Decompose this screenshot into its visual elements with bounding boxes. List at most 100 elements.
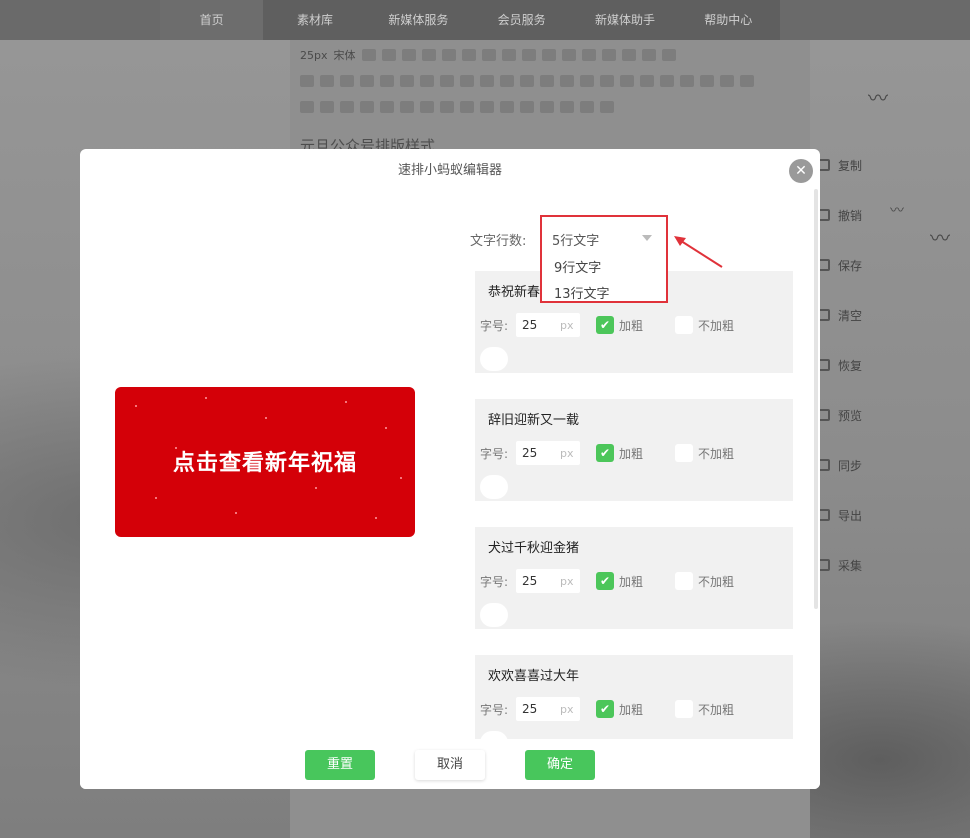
side-tool-export[interactable]: 导出: [818, 490, 888, 540]
font-family-select[interactable]: 宋体: [334, 47, 356, 63]
side-tool-sync[interactable]: 同步: [818, 440, 888, 490]
nav-item-help[interactable]: 帮助中心: [677, 0, 780, 40]
reset-button[interactable]: 重置: [305, 750, 375, 780]
toolbar-icon[interactable]: [480, 75, 494, 87]
preview-banner[interactable]: 点击查看新年祝福: [115, 387, 415, 537]
nav-item-assistant[interactable]: 新媒体助手: [573, 0, 676, 40]
font-size-input[interactable]: 25 px: [516, 697, 580, 721]
toolbar-icon[interactable]: [381, 49, 396, 61]
toolbar-icon[interactable]: [540, 101, 554, 113]
no-bold-checkbox[interactable]: [675, 444, 693, 462]
toolbar-icon[interactable]: [481, 49, 496, 61]
toolbar-icon[interactable]: [320, 101, 334, 113]
nav-item-media-services[interactable]: 新媒体服务: [367, 0, 470, 40]
row-title[interactable]: 欢欢喜喜过大年: [488, 665, 579, 684]
bold-checkbox[interactable]: ✔: [596, 572, 614, 590]
bold-checkbox[interactable]: ✔: [596, 316, 614, 334]
toolbar-icon[interactable]: [360, 101, 374, 113]
toolbar-icon[interactable]: [420, 101, 434, 113]
toolbar-icon[interactable]: [660, 75, 674, 87]
nav-item-home[interactable]: 首页: [160, 0, 264, 40]
toolbar-icon[interactable]: [500, 101, 514, 113]
toolbar-icon[interactable]: [500, 75, 514, 87]
nav-item-membership[interactable]: 会员服务: [470, 0, 573, 40]
side-tool-save[interactable]: 保存: [818, 240, 888, 290]
toolbar-icon[interactable]: [580, 75, 594, 87]
side-tool-clear[interactable]: 清空: [818, 290, 888, 340]
color-picker[interactable]: [480, 603, 508, 627]
font-size-select[interactable]: 25px: [300, 49, 328, 62]
toolbar-icon[interactable]: [380, 75, 394, 87]
toolbar-icon[interactable]: [460, 75, 474, 87]
row-title[interactable]: 犬过千秋迎金猪: [488, 537, 579, 556]
toolbar-icon[interactable]: [400, 75, 414, 87]
toolbar-icon[interactable]: [561, 49, 576, 61]
font-size-input[interactable]: 25 px: [516, 569, 580, 593]
toolbar-icon[interactable]: [740, 75, 754, 87]
toolbar-icon[interactable]: [440, 101, 454, 113]
color-picker[interactable]: [480, 347, 508, 371]
toolbar-icon[interactable]: [380, 101, 394, 113]
toolbar-icon[interactable]: [520, 101, 534, 113]
toolbar-icon[interactable]: [360, 75, 374, 87]
toolbar-icon[interactable]: [580, 101, 594, 113]
toolbar-icon[interactable]: [600, 75, 614, 87]
side-tool-collect[interactable]: 采集: [818, 540, 888, 590]
toolbar-icon[interactable]: [320, 75, 334, 87]
toolbar-icon[interactable]: [640, 75, 654, 87]
row-title[interactable]: 恭祝新春: [488, 281, 540, 300]
toolbar-icon[interactable]: [680, 75, 694, 87]
no-bold-checkbox[interactable]: [675, 572, 693, 590]
toolbar-icon[interactable]: [700, 75, 714, 87]
toolbar-icon[interactable]: [400, 101, 414, 113]
toolbar-icon[interactable]: [420, 75, 434, 87]
side-tool-restore[interactable]: 恢复: [818, 340, 888, 390]
toolbar-icon[interactable]: [480, 101, 494, 113]
toolbar-icon[interactable]: [601, 49, 616, 61]
side-tool-preview[interactable]: 预览: [818, 390, 888, 440]
no-bold-checkbox[interactable]: [675, 316, 693, 334]
toolbar-icon[interactable]: [541, 49, 556, 61]
font-size-input[interactable]: 25 px: [516, 313, 580, 337]
toolbar-icon[interactable]: [560, 101, 574, 113]
lines-count-dropdown[interactable]: 5行文字 9行文字 13行文字: [540, 215, 668, 303]
toolbar-icon[interactable]: [540, 75, 554, 87]
dropdown-option-13[interactable]: 13行文字: [554, 283, 610, 302]
chevron-down-icon[interactable]: [642, 235, 652, 241]
side-tool-undo[interactable]: 撤销: [818, 190, 888, 240]
toolbar-icon[interactable]: [501, 49, 516, 61]
toolbar-icon[interactable]: [641, 49, 656, 61]
bold-checkbox[interactable]: ✔: [596, 444, 614, 462]
font-size-input[interactable]: 25 px: [516, 441, 580, 465]
toolbar-icon[interactable]: [440, 75, 454, 87]
toolbar-icon[interactable]: [340, 101, 354, 113]
toolbar-icon[interactable]: [661, 49, 676, 61]
close-icon[interactable]: ✕: [789, 159, 813, 183]
toolbar-icon[interactable]: [600, 101, 614, 113]
confirm-button[interactable]: 确定: [525, 750, 595, 780]
toolbar-icon[interactable]: [621, 49, 636, 61]
toolbar-icon[interactable]: [521, 49, 536, 61]
color-picker[interactable]: [480, 475, 508, 499]
dropdown-selected-value[interactable]: 5行文字: [552, 230, 599, 249]
bold-checkbox[interactable]: ✔: [596, 700, 614, 718]
toolbar-icon[interactable]: [581, 49, 596, 61]
toolbar-icon[interactable]: [361, 49, 376, 61]
toolbar-icon[interactable]: [300, 75, 314, 87]
scrollbar[interactable]: [814, 189, 818, 609]
row-title[interactable]: 辞旧迎新又一载: [488, 409, 579, 428]
toolbar-icon[interactable]: [560, 75, 574, 87]
toolbar-icon[interactable]: [300, 101, 314, 113]
toolbar-icon[interactable]: [461, 49, 476, 61]
nav-item-materials[interactable]: 素材库: [263, 0, 366, 40]
toolbar-icon[interactable]: [421, 49, 436, 61]
toolbar-icon[interactable]: [460, 101, 474, 113]
toolbar-icon[interactable]: [340, 75, 354, 87]
toolbar-icon[interactable]: [720, 75, 734, 87]
toolbar-icon[interactable]: [520, 75, 534, 87]
cancel-button[interactable]: 取消: [415, 750, 485, 780]
toolbar-icon[interactable]: [401, 49, 416, 61]
no-bold-checkbox[interactable]: [675, 700, 693, 718]
dropdown-option-9[interactable]: 9行文字: [554, 257, 601, 276]
toolbar-icon[interactable]: [441, 49, 456, 61]
